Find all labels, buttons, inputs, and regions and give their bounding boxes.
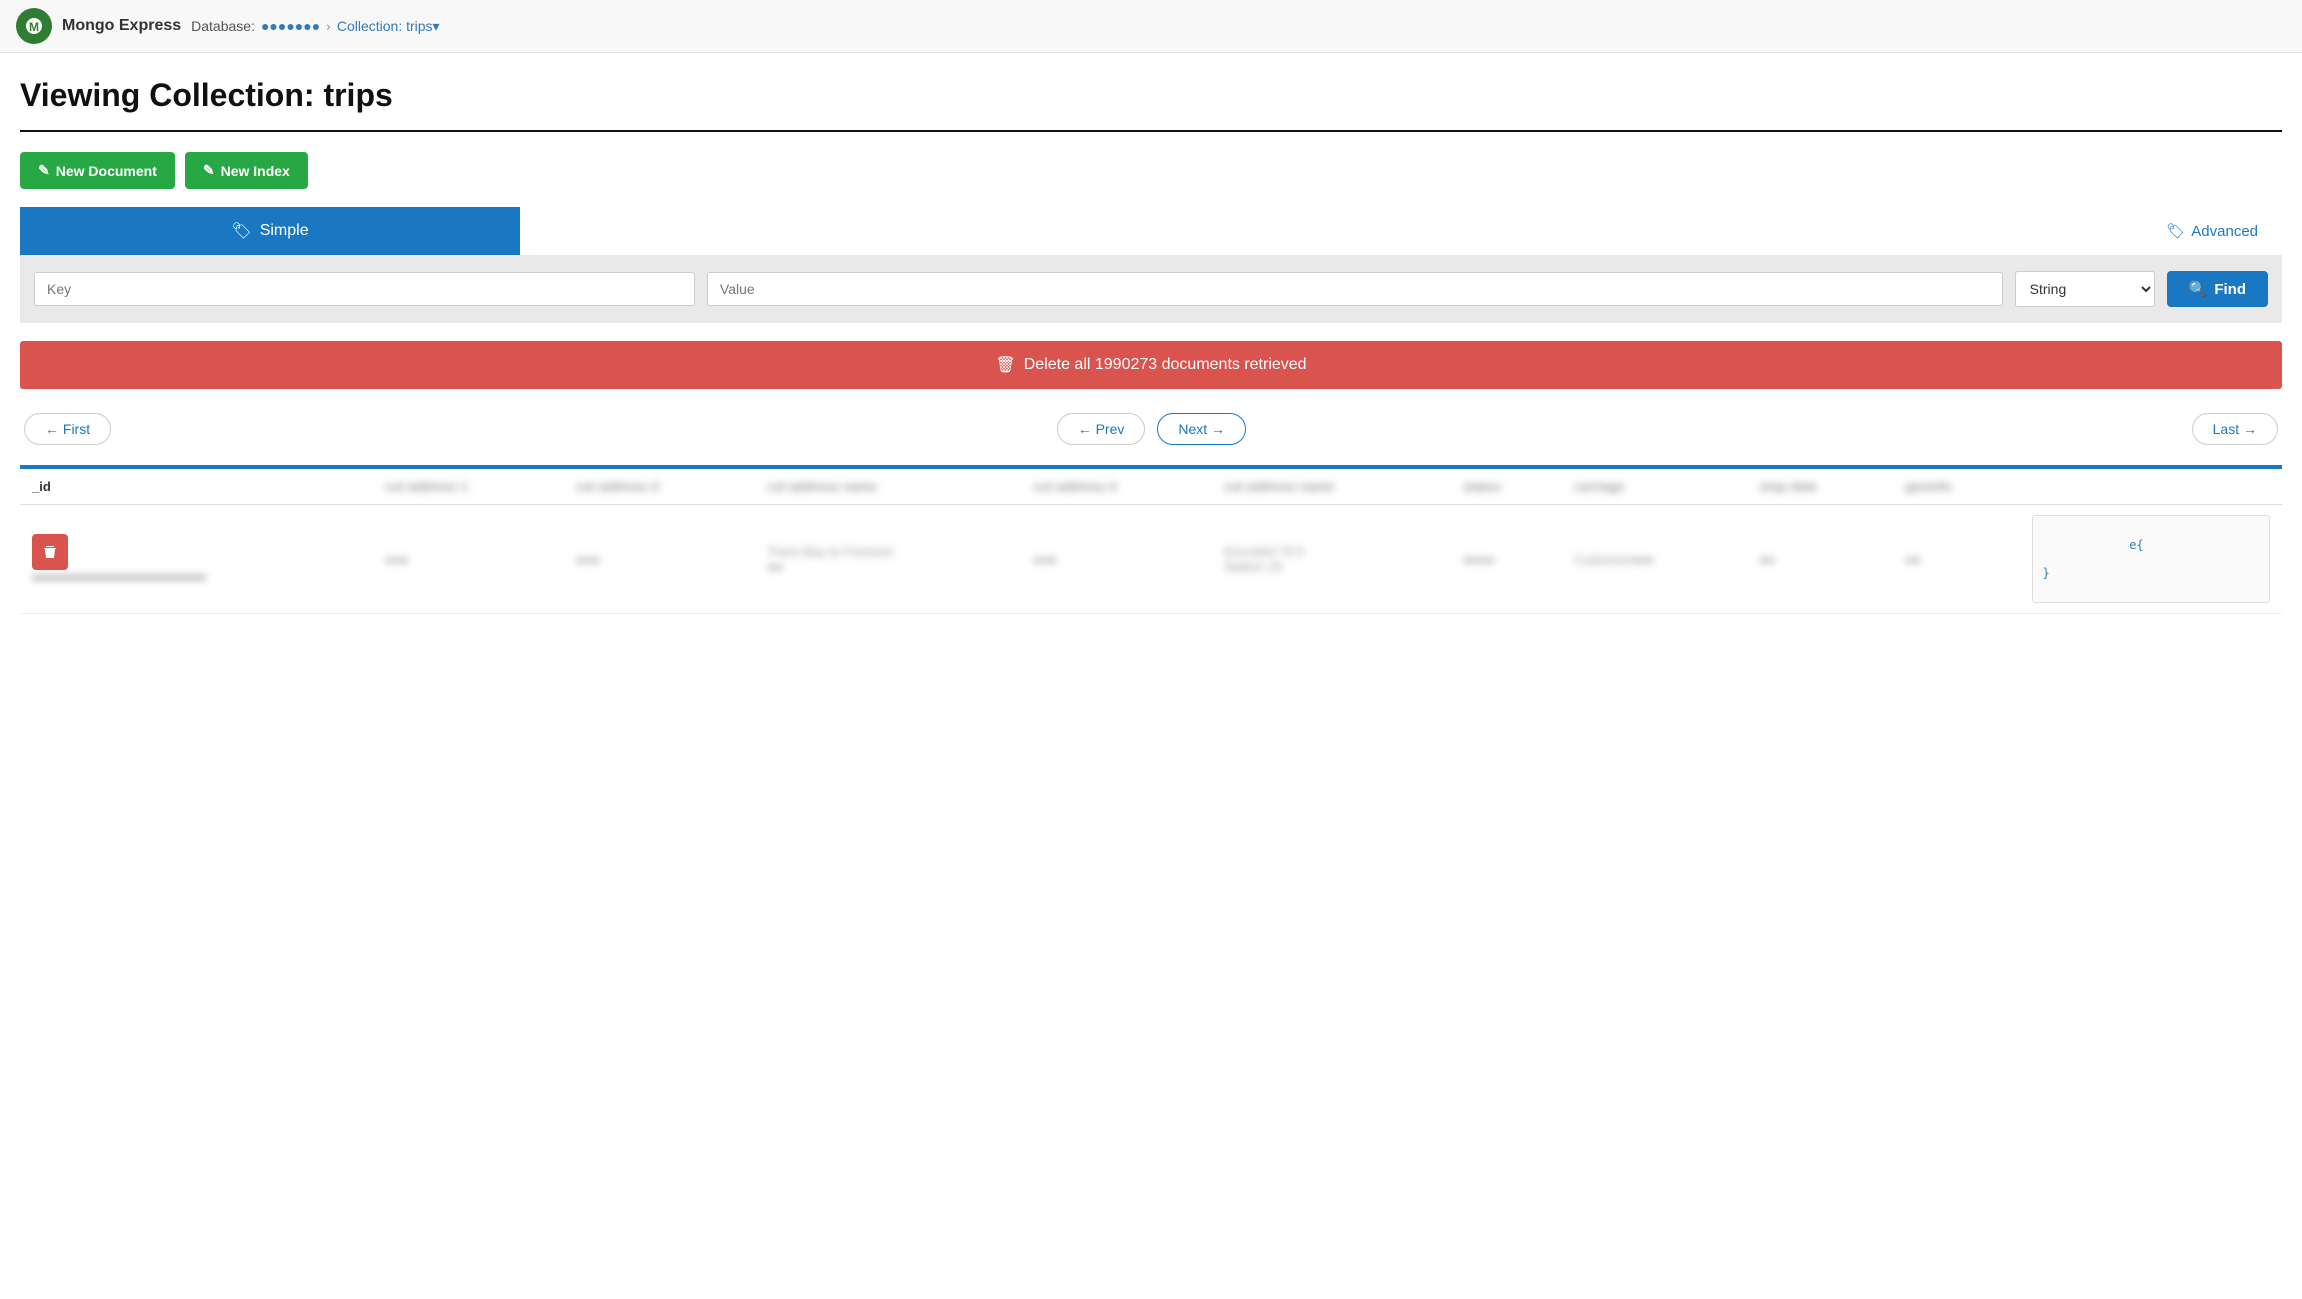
search-tabs: 🏷 Simple 🏷 Advanced xyxy=(20,207,2282,255)
cell-8: Customer●●● xyxy=(1562,505,1747,614)
pencil-icon-2: ✎ xyxy=(203,162,215,179)
first-button[interactable]: ← First xyxy=(24,413,111,445)
new-index-button[interactable]: ✎ New Index xyxy=(185,152,308,189)
pagination: ← First ← Prev Next → Last → xyxy=(20,413,2282,445)
pencil-icon: ✎ xyxy=(38,162,50,179)
new-document-button[interactable]: ✎ New Document xyxy=(20,152,175,189)
breadcrumb-chevron: › xyxy=(326,18,331,34)
table-header-row: _id col address 1 col address 2 col addr… xyxy=(20,469,2282,505)
collection-table: _id col address 1 col address 2 col addr… xyxy=(20,469,2282,614)
search-bar: String Number Boolean Object Array null … xyxy=(20,255,2282,323)
search-icon: 🔍 xyxy=(2189,280,2208,298)
table-row: ●●●●●●●●●●●●●●●●●●●●●●●● ●●● ●●● Trans B… xyxy=(20,505,2282,614)
find-button[interactable]: 🔍 Find xyxy=(2167,271,2268,307)
action-buttons: ✎ New Document ✎ New Index xyxy=(20,152,2282,189)
collection-link[interactable]: Collection: trips▾ xyxy=(337,18,440,35)
cell-json: e{ } xyxy=(2020,505,2283,614)
delete-row-button[interactable] xyxy=(32,534,68,570)
cell-6: Encoded 70.5Station 20 xyxy=(1212,505,1451,614)
row-id-value: ●●●●●●●●●●●●●●●●●●●●●●●● xyxy=(32,570,361,584)
title-divider xyxy=(20,130,2282,132)
cell-9: ●● xyxy=(1747,505,1893,614)
tag-icon-simple: 🏷 xyxy=(231,221,251,241)
col-6: col address name xyxy=(1212,469,1451,505)
col-7: status xyxy=(1451,469,1562,505)
row-delete-cell: ●●●●●●●●●●●●●●●●●●●●●●●● xyxy=(20,505,373,614)
delete-all-banner[interactable]: 🗑 Delete all 1990273 documents retrieved xyxy=(20,341,2282,389)
navbar: M Mongo Express Database: ●●●●●●● › Coll… xyxy=(0,0,2302,53)
json-edit-link[interactable]: e{ xyxy=(2129,538,2143,552)
json-preview[interactable]: e{ } xyxy=(2032,515,2271,603)
database-label: Database: xyxy=(191,18,255,34)
main-content: Viewing Collection: trips ✎ New Document… xyxy=(0,53,2302,638)
trash-icon: 🗑 xyxy=(995,355,1015,375)
col-10: geoinfo xyxy=(1893,469,2020,505)
app-logo: M xyxy=(16,8,52,44)
cell-7: ●●●● xyxy=(1451,505,1562,614)
breadcrumb: Database: ●●●●●●● › Collection: trips▾ xyxy=(191,18,439,35)
pagination-center: ← Prev Next → xyxy=(1057,413,1246,445)
col-8: carriage xyxy=(1562,469,1747,505)
cell-4: Trans Bay to Fremont●● xyxy=(755,505,1021,614)
last-button[interactable]: Last → xyxy=(2192,413,2278,445)
app-brand: Mongo Express xyxy=(62,17,181,35)
tab-advanced[interactable]: 🏷 Advanced xyxy=(2142,207,2282,255)
col-actions xyxy=(2020,469,2283,505)
next-button[interactable]: Next → xyxy=(1157,413,1246,445)
trash-icon-row xyxy=(42,544,58,560)
page-title: Viewing Collection: trips xyxy=(20,77,2282,114)
svg-text:M: M xyxy=(29,20,39,34)
cell-10: ●● xyxy=(1893,505,2020,614)
col-9: stop date xyxy=(1747,469,1893,505)
col-id: _id xyxy=(20,469,373,505)
cell-2: ●●● xyxy=(373,505,564,614)
database-link[interactable]: ●●●●●●● xyxy=(261,18,320,34)
type-select[interactable]: String Number Boolean Object Array null … xyxy=(2015,271,2155,307)
col-5: col address 4 xyxy=(1021,469,1212,505)
col-2: col address 1 xyxy=(373,469,564,505)
prev-button[interactable]: ← Prev xyxy=(1057,413,1146,445)
cell-3: ●●● xyxy=(564,505,755,614)
col-3: col address 2 xyxy=(564,469,755,505)
tag-icon-advanced: 🏷 xyxy=(2166,222,2185,240)
col-4: col address name xyxy=(755,469,1021,505)
value-input[interactable] xyxy=(707,272,2003,306)
tab-simple[interactable]: 🏷 Simple xyxy=(20,207,520,255)
cell-5: ●●● xyxy=(1021,505,1212,614)
key-input[interactable] xyxy=(34,272,695,306)
